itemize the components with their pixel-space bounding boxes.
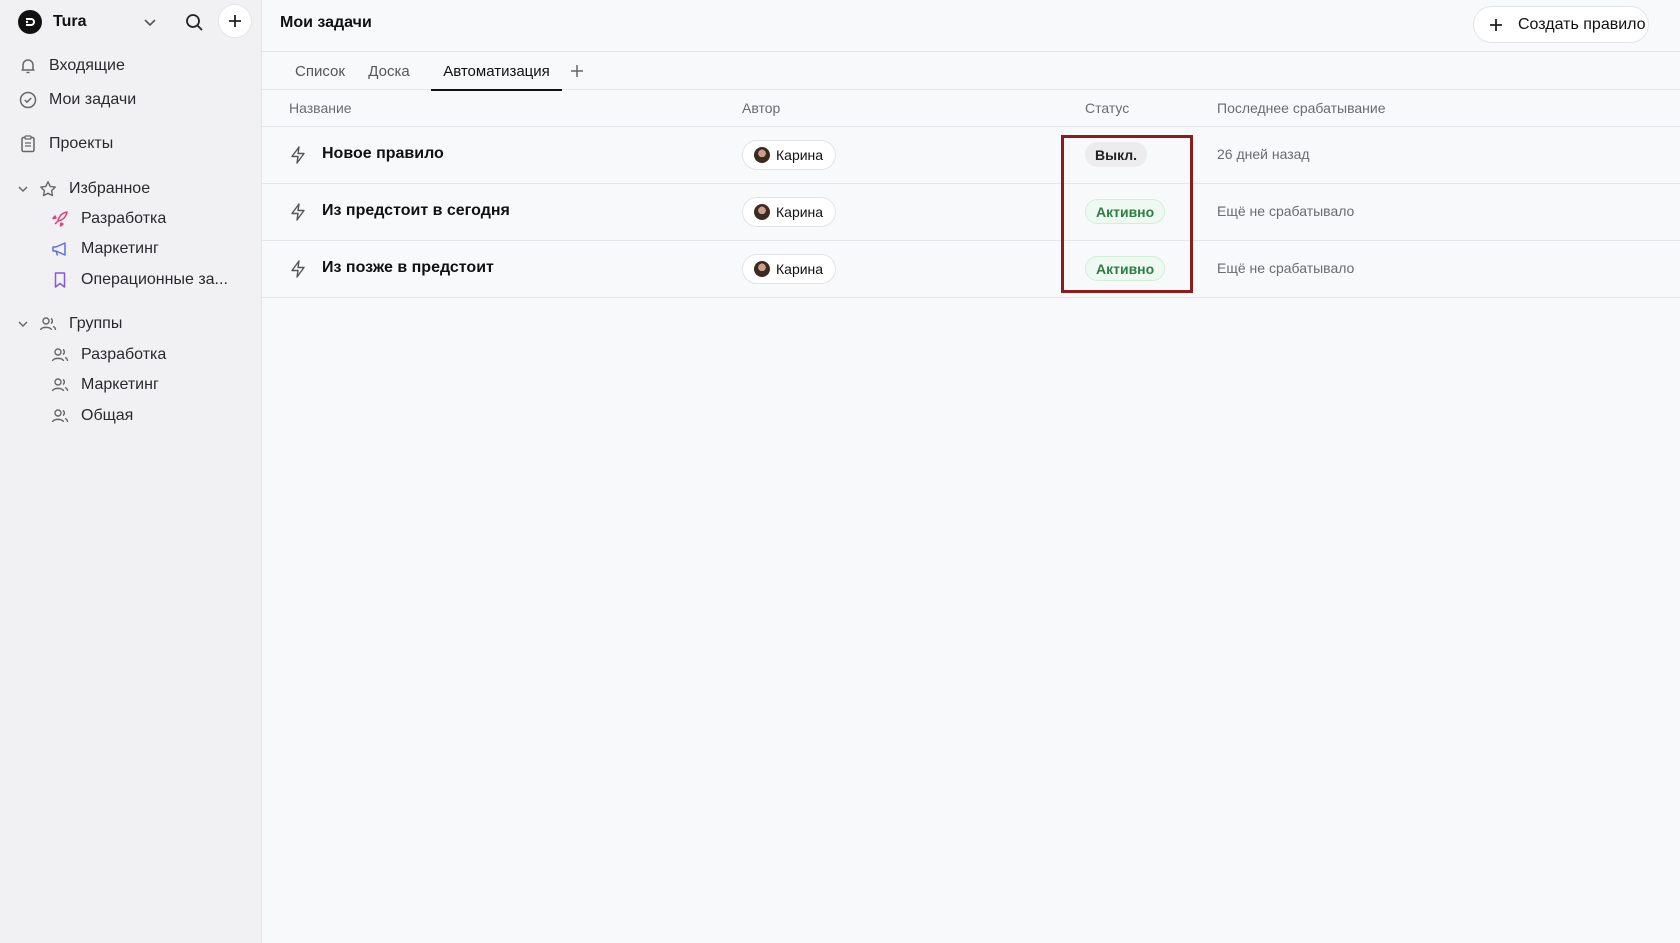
table-row[interactable]: Новое правило Карина Выкл. 26 дней назад — [262, 127, 1680, 184]
sidebar-item-label: Проекты — [49, 135, 114, 152]
column-name[interactable]: Название — [289, 100, 352, 116]
status-badge[interactable]: Выкл. — [1085, 142, 1148, 167]
users-icon — [51, 348, 69, 362]
workspace-name: Tura — [53, 13, 87, 30]
sidebar-item-label: Маркетинг — [81, 376, 159, 393]
sidebar: Tura Входящие Мои задачи Проекты Избранн… — [0, 0, 262, 943]
author-name: Карина — [776, 261, 824, 277]
sidebar-item-inbox[interactable]: Входящие — [18, 53, 125, 79]
sidebar-item-projects[interactable]: Проекты — [18, 131, 113, 157]
plus-icon — [229, 15, 241, 27]
status-badge[interactable]: Активно — [1085, 256, 1166, 281]
rocket-icon — [52, 211, 68, 227]
column-last-triggered[interactable]: Последнее срабатывание — [1217, 100, 1386, 116]
author-name: Карина — [776, 204, 824, 220]
author-chip[interactable]: Карина — [742, 254, 837, 284]
sidebar-item-group-dev[interactable]: Разработка — [50, 342, 166, 368]
avatar — [754, 261, 770, 277]
avatar — [754, 147, 770, 163]
sidebar-item-operations-favorite[interactable]: Операционные за... — [50, 267, 228, 293]
rule-name[interactable]: Из предстоит в сегодня — [322, 202, 510, 220]
sidebar-item-group-general[interactable]: Общая — [50, 403, 133, 429]
star-icon — [40, 181, 56, 197]
bookmark-icon — [54, 272, 66, 288]
avatar — [754, 204, 770, 220]
sidebar-item-my-tasks[interactable]: Мои задачи — [18, 87, 136, 113]
page-header: Мои задачи Создать правило — [262, 0, 1680, 52]
clipboard-icon — [21, 135, 35, 153]
author-chip[interactable]: Карина — [742, 197, 837, 227]
check-circle-icon — [19, 91, 37, 109]
lightning-icon — [291, 203, 305, 221]
sidebar-item-marketing-favorite[interactable]: Маркетинг — [50, 236, 159, 262]
chevron-down-icon — [18, 186, 28, 193]
table-row[interactable]: Из позже в предстоит Карина Активно Ещё … — [262, 241, 1680, 298]
sidebar-item-group-marketing[interactable]: Маркетинг — [50, 372, 159, 398]
search-icon[interactable] — [182, 10, 206, 34]
table-header: Название Автор Статус Последнее срабатыв… — [262, 90, 1680, 127]
workspace-logo — [18, 10, 42, 34]
section-label: Группы — [69, 315, 123, 332]
tab-label: Список — [295, 62, 345, 80]
workspace-switcher[interactable]: Tura — [18, 4, 252, 38]
lightning-icon — [291, 260, 305, 278]
column-author[interactable]: Автор — [742, 100, 780, 116]
sidebar-item-label: Мои задачи — [49, 91, 137, 108]
sidebar-item-label: Маркетинг — [81, 240, 159, 257]
chevron-down-icon[interactable] — [140, 12, 160, 32]
status-badge[interactable]: Активно — [1085, 199, 1166, 224]
last-triggered: Ещё не срабатывало — [1217, 260, 1355, 276]
sidebar-item-label: Входящие — [49, 57, 125, 74]
author-name: Карина — [776, 147, 824, 163]
lightning-icon — [291, 146, 305, 164]
add-button[interactable] — [218, 4, 252, 38]
bell-icon — [21, 59, 35, 74]
table-row[interactable]: Из предстоит в сегодня Карина Активно Ещ… — [262, 184, 1680, 241]
page-title: Мои задачи — [280, 14, 372, 31]
users-icon — [51, 378, 69, 392]
create-rule-label: Создать правило — [1518, 15, 1646, 33]
users-icon — [39, 317, 57, 331]
column-status[interactable]: Статус — [1085, 100, 1129, 116]
author-chip[interactable]: Карина — [742, 140, 837, 170]
megaphone-icon — [52, 242, 66, 256]
users-icon — [51, 409, 69, 423]
sidebar-item-label: Общая — [81, 407, 134, 424]
create-rule-button[interactable]: Создать правило — [1473, 6, 1649, 43]
tab-label: Доска — [368, 62, 410, 80]
tab-board[interactable]: Доска — [364, 52, 414, 90]
sidebar-item-dev-favorite[interactable]: Разработка — [50, 206, 166, 232]
rule-name[interactable]: Из позже в предстоит — [322, 259, 494, 277]
view-tabs: Список Доска Автоматизация — [262, 52, 1680, 91]
add-tab-icon[interactable] — [568, 62, 586, 80]
favorites-section-header[interactable]: Избранное — [16, 176, 150, 202]
groups-section-header[interactable]: Группы — [16, 311, 122, 337]
sidebar-item-label: Разработка — [81, 346, 167, 363]
last-triggered: 26 дней назад — [1217, 146, 1310, 162]
tab-automation[interactable]: Автоматизация — [431, 52, 562, 91]
chevron-down-icon — [18, 321, 28, 328]
tab-list[interactable]: Список — [290, 52, 350, 90]
section-label: Избранное — [69, 180, 151, 197]
sidebar-item-label: Разработка — [81, 210, 167, 227]
sidebar-item-label: Операционные за... — [81, 271, 228, 288]
last-triggered: Ещё не срабатывало — [1217, 203, 1355, 219]
plus-icon — [1490, 18, 1502, 31]
rule-name[interactable]: Новое правило — [322, 145, 444, 163]
tab-label: Автоматизация — [443, 62, 550, 80]
